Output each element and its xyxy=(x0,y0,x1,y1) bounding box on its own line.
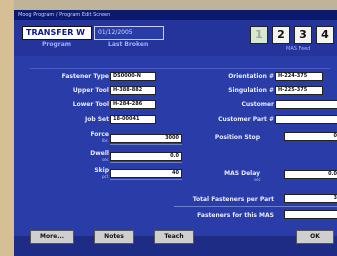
last-broken-field[interactable]: 01/12/2005 xyxy=(94,26,164,40)
singulation-label: Singulation # xyxy=(228,87,274,94)
monitor-bezel-top xyxy=(0,0,337,10)
singulation-field[interactable]: H-225-375 xyxy=(275,86,323,95)
more-button[interactable]: More... xyxy=(30,230,74,244)
force-unit: lbs xyxy=(102,138,108,143)
mas-4-button[interactable]: 4 xyxy=(316,26,334,44)
dwell-field[interactable]: 0.0 xyxy=(110,152,182,161)
fasteners-mas-field[interactable] xyxy=(284,210,337,219)
position-stop-field[interactable]: 0 xyxy=(284,132,337,141)
dwell-label: Dwell xyxy=(90,150,109,157)
teach-button[interactable]: Teach xyxy=(154,230,194,244)
program-label: Program xyxy=(42,41,72,48)
header-divider xyxy=(30,68,330,69)
total-fasteners-field[interactable]: 3 xyxy=(284,194,337,203)
dwell-underline xyxy=(110,162,182,163)
ok-button[interactable]: OK xyxy=(296,230,334,244)
fasteners-mas-label: Fasteners for this MAS xyxy=(197,212,274,219)
lower-tool-field[interactable]: H-284-286 xyxy=(110,100,156,109)
mas-3-button[interactable]: 3 xyxy=(294,26,312,44)
orientation-label: Orientation # xyxy=(228,73,274,80)
monitor-bezel-left xyxy=(0,0,14,256)
job-set-label: Job Set xyxy=(85,116,109,123)
orientation-field[interactable]: H-224-375 xyxy=(275,72,323,81)
mas-delay-label: MAS Delay xyxy=(224,170,260,177)
skip-unit: pct xyxy=(102,174,109,179)
notes-button[interactable]: Notes xyxy=(94,230,134,244)
fastener-type-label: Fastener Type xyxy=(61,73,109,80)
last-broken-label: Last Broken xyxy=(108,41,149,48)
program-field[interactable]: TRANSFER W xyxy=(22,26,92,40)
total-fasteners-underline xyxy=(174,206,337,207)
job-set-field[interactable]: 18-00041 xyxy=(110,115,156,124)
dwell-unit: sec xyxy=(102,157,109,162)
lower-tool-label: Lower Tool xyxy=(72,101,109,108)
total-fasteners-label: Total Fasteners per Part xyxy=(192,196,274,203)
customer-field[interactable] xyxy=(275,100,337,109)
upper-tool-field[interactable]: H-388-882 xyxy=(110,86,156,95)
mas-1-button[interactable]: 1 xyxy=(250,26,268,44)
force-field[interactable]: 3000 xyxy=(110,134,182,143)
customer-part-field[interactable] xyxy=(275,115,337,124)
upper-tool-label: Upper Tool xyxy=(72,87,109,94)
force-label: Force xyxy=(90,131,109,138)
fastener-type-field[interactable]: DS0000-N xyxy=(110,72,156,81)
skip-field[interactable]: 40 xyxy=(110,169,182,178)
position-stop-label: Position Stop xyxy=(214,134,260,141)
skip-label: Skip xyxy=(94,167,109,174)
skip-underline xyxy=(110,179,182,180)
customer-label: Customer xyxy=(241,101,274,108)
window-titlebar: Moog Program / Program Edit Screen xyxy=(14,10,337,20)
program-edit-screen: Moog Program / Program Edit Screen TRANS… xyxy=(14,10,337,256)
mas-feed-label: MAS Feed xyxy=(286,46,311,52)
mas-2-button[interactable]: 2 xyxy=(272,26,290,44)
force-underline xyxy=(110,144,182,145)
mas-delay-field[interactable]: 0.0 xyxy=(284,170,337,179)
customer-part-label: Customer Part # xyxy=(218,116,274,123)
mas-delay-unit: sec xyxy=(254,177,261,182)
